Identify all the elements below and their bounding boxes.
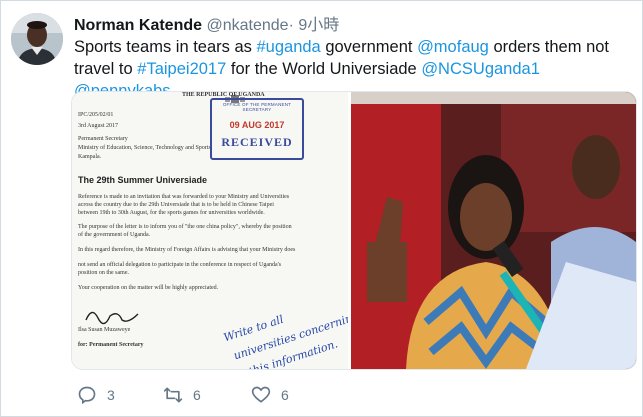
doc-date: 3rd August 2017 [78,123,119,129]
doc-heading: The 29th Summer Universiade [78,175,208,185]
received-stamp: OFFICE OF THE PERMANENT SECRETARY 09 AUG… [210,98,304,160]
reply-count: 3 [107,387,115,403]
reply-icon [78,386,96,405]
doc-signatory: Ilsa Susan Muzaweye [78,327,131,333]
doc-body-line: position on the same. [78,270,129,276]
doc-ref: IPC/205/02/01 [78,112,114,118]
text-part: for the World Universiade [226,60,422,78]
doc-addressee-line: Permanent Secretary [78,136,128,142]
tweet-card: Norman Katende @nkatende· 9小時 Sports tea… [0,0,643,417]
doc-body-line: In this regard therefore, the Ministry o… [78,247,296,253]
doc-body-line: of the government of Uganda. [78,232,151,238]
speaker-photo [351,92,636,369]
mention-link[interactable]: @mofaug [417,38,489,56]
doc-body-line: between 19th to 30th August, for the spo… [78,210,265,216]
stamp-date: 09 AUG 2017 [229,120,285,130]
tweet-header: Norman Katende @nkatende· 9小時 [74,11,339,35]
hashtag-link[interactable]: #uganda [257,38,321,56]
media-container: THE REPUBLIC OF UGANDA IPC/205/02/01 3rd… [71,91,637,370]
doc-addressee-line: Kampala. [78,154,102,160]
avatar[interactable] [11,13,63,65]
retweet-icon [163,387,183,403]
doc-body-line: Your cooperation on the matter will be h… [78,285,219,291]
retweet-count: 6 [193,387,201,403]
signature-scribble [85,311,139,325]
doc-addressee-line: Ministry of Education, Science, Technolo… [78,145,211,151]
media-photo-image[interactable] [351,92,636,369]
like-count: 6 [281,387,289,403]
doc-body-line: Reference is made to an invitation that … [78,194,290,200]
display-name[interactable]: Norman Katende [74,17,202,34]
heart-icon [251,386,271,403]
hashtag-link[interactable]: #Taipei2017 [137,60,226,78]
stamp-label: RECEIVED [221,135,293,149]
tweet-timestamp[interactable]: · 9小時 [289,17,340,34]
mention-link[interactable]: @NCSUganda1 [421,60,540,78]
like-button[interactable]: 6 [251,385,289,405]
stamp-office: OFFICE OF THE PERMANENT SECRETARY [222,102,292,112]
avatar-image [11,13,63,65]
text-part: Sports teams in tears as [74,38,257,56]
reply-button[interactable]: 3 [77,385,115,405]
media-document-image[interactable]: THE REPUBLIC OF UGANDA IPC/205/02/01 3rd… [72,92,348,369]
doc-signatory-title: for: Permanent Secretary [78,342,144,348]
doc-body-line: across the country due to the 29th Unive… [78,202,274,208]
doc-body-line: not send an official delegation to parti… [78,262,282,268]
user-handle[interactable]: @nkatende [206,17,288,34]
text-part: government [320,38,418,56]
doc-body-line: The purpose of the letter is to inform y… [78,224,292,230]
retweet-button[interactable]: 6 [163,385,201,405]
